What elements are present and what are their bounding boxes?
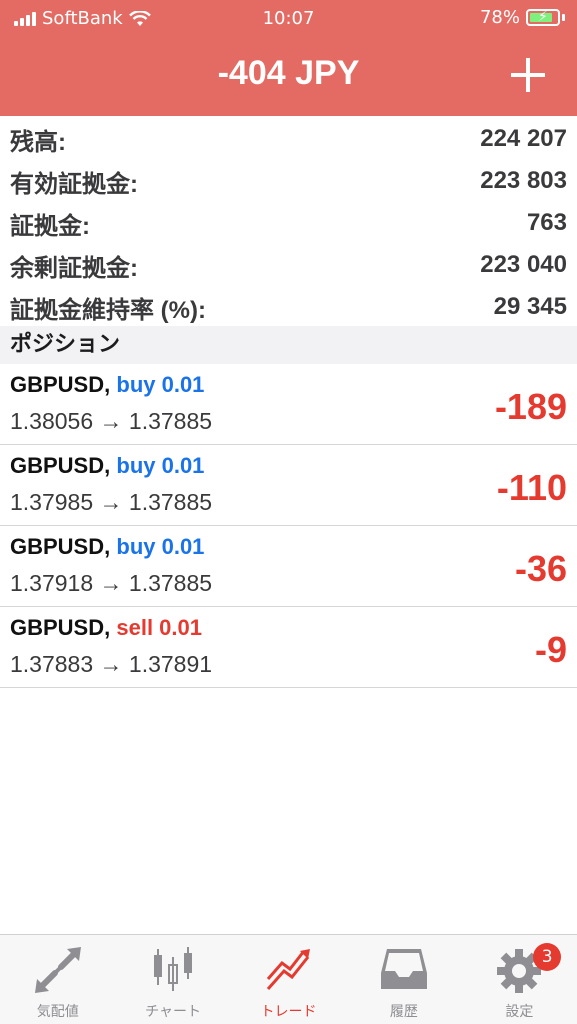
position-prices: 1.37918 → 1.37885 bbox=[10, 570, 213, 596]
free-margin-label: 余剰証拠金: bbox=[10, 254, 138, 282]
status-bar: SoftBank 10:07 78% ⚡ bbox=[0, 0, 577, 38]
tab-quotes-label: 気配値 bbox=[36, 1004, 79, 1020]
history-inbox-icon bbox=[380, 949, 427, 989]
position-symbol: GBPUSD, bbox=[10, 453, 111, 478]
position-symbol: GBPUSD, bbox=[10, 534, 111, 559]
tab-trade-label: トレード bbox=[260, 1004, 317, 1020]
margin-level-value: 29 345 bbox=[493, 293, 567, 320]
margin-row: 証拠金: 763 bbox=[0, 202, 577, 244]
tab-trade[interactable]: トレード bbox=[231, 935, 346, 1024]
tab-history[interactable]: 履歴 bbox=[346, 935, 461, 1024]
battery-percent: 78% bbox=[479, 7, 520, 28]
free-margin-row: 余剰証拠金: 223 040 bbox=[0, 244, 577, 286]
tab-history-label: 履歴 bbox=[389, 1004, 418, 1020]
tab-quotes[interactable]: 気配値 bbox=[0, 935, 115, 1024]
tab-settings-label: 設定 bbox=[505, 1004, 534, 1020]
trade-trend-icon bbox=[266, 949, 310, 990]
position-row[interactable]: GBPUSD, buy 0.01 1.38056 → 1.37885 -189 bbox=[0, 364, 577, 445]
margin-label: 証拠金: bbox=[10, 212, 90, 240]
tab-bar: 気配値 チャート トレード 履歴 3 設定 bbox=[0, 934, 577, 1024]
tab-chart-label: チャート bbox=[145, 1004, 202, 1020]
position-profit: -189 bbox=[494, 386, 567, 427]
position-prices: 1.38056 → 1.37885 bbox=[10, 408, 213, 434]
tab-chart[interactable]: チャート bbox=[115, 935, 230, 1024]
candlestick-chart-icon bbox=[154, 947, 193, 991]
position-profit: -36 bbox=[514, 548, 567, 589]
settings-notification-badge: 3 bbox=[533, 943, 562, 971]
position-row[interactable]: GBPUSD, buy 0.01 1.37918 → 1.37885 -36 bbox=[0, 526, 577, 607]
position-prices: 1.37985 → 1.37885 bbox=[10, 489, 213, 515]
balance-value: 224 207 bbox=[480, 125, 567, 152]
margin-value: 763 bbox=[526, 209, 567, 236]
account-pnl-title: -404 JPY bbox=[217, 54, 360, 92]
position-symbol: GBPUSD, bbox=[10, 372, 111, 397]
balance-row: 残高: 224 207 bbox=[0, 118, 577, 160]
position-side: buy 0.01 bbox=[116, 372, 205, 397]
margin-level-label: 証拠金維持率 (%): bbox=[10, 296, 206, 324]
position-profit: -9 bbox=[534, 629, 567, 670]
position-side: buy 0.01 bbox=[116, 534, 205, 559]
equity-label: 有効証拠金: bbox=[10, 170, 138, 198]
add-order-button[interactable] bbox=[509, 56, 547, 94]
position-profit: -110 bbox=[496, 467, 567, 508]
positions-section-header: ポジション bbox=[0, 326, 577, 364]
free-margin-value: 223 040 bbox=[480, 251, 567, 278]
balance-label: 残高: bbox=[10, 128, 66, 156]
position-side: buy 0.01 bbox=[116, 453, 205, 478]
position-row[interactable]: GBPUSD, buy 0.01 1.37985 → 1.37885 -110 bbox=[0, 445, 577, 526]
position-symbol: GBPUSD, bbox=[10, 615, 111, 640]
position-prices: 1.37883 → 1.37891 bbox=[10, 651, 213, 677]
account-summary: 残高: 224 207 有効証拠金: 223 803 証拠金: 763 余剰証拠… bbox=[0, 118, 577, 328]
position-side: sell 0.01 bbox=[116, 615, 203, 640]
tab-settings[interactable]: 3 設定 bbox=[462, 935, 577, 1024]
positions-list: GBPUSD, buy 0.01 1.38056 → 1.37885 -189 … bbox=[0, 364, 577, 688]
header-bar: SoftBank 10:07 78% ⚡ -404 JPY bbox=[0, 0, 577, 116]
equity-row: 有効証拠金: 223 803 bbox=[0, 160, 577, 202]
position-row[interactable]: GBPUSD, sell 0.01 1.37883 → 1.37891 -9 bbox=[0, 607, 577, 688]
battery-icon: ⚡ bbox=[526, 9, 560, 26]
margin-level-row: 証拠金維持率 (%): 29 345 bbox=[0, 286, 577, 328]
quotes-arrows-icon bbox=[34, 947, 81, 993]
equity-value: 223 803 bbox=[480, 167, 567, 194]
